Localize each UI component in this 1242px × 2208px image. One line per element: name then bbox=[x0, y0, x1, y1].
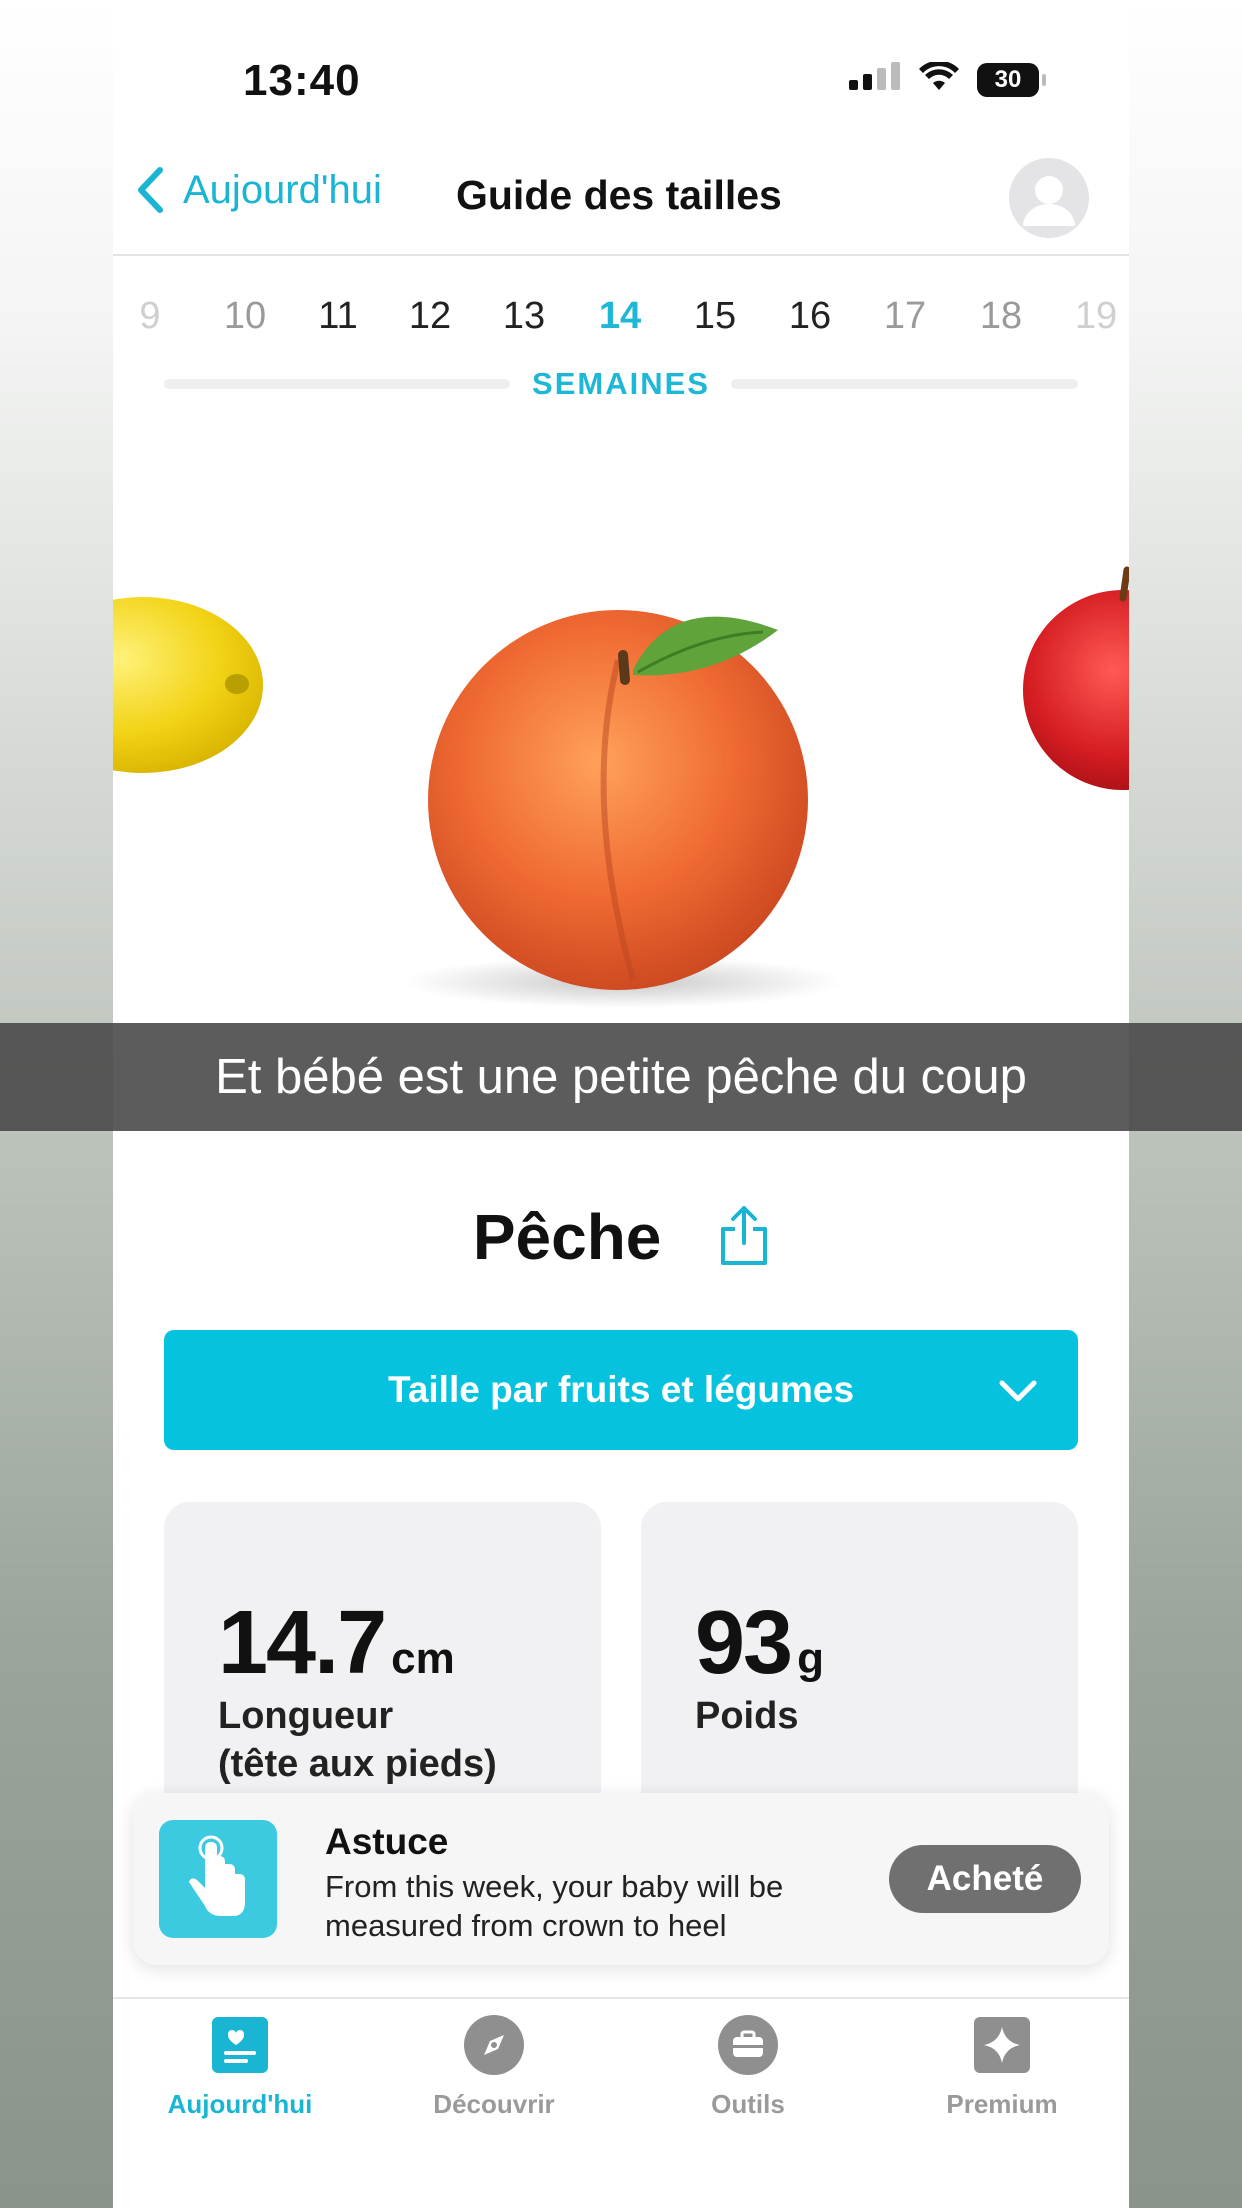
tab-today-label: Aujourd'hui bbox=[167, 2089, 313, 2119]
peach-image bbox=[403, 610, 843, 1008]
tip-action-button[interactable]: Acheté bbox=[889, 1845, 1081, 1913]
tab-today[interactable]: Aujourd'hui bbox=[113, 2013, 367, 2120]
status-icons: 30 bbox=[849, 60, 1046, 97]
hand-tap-icon bbox=[159, 1820, 277, 1938]
compass-icon bbox=[462, 2013, 526, 2077]
weeks-label: SEMAINES bbox=[532, 366, 710, 401]
signal-icon bbox=[849, 62, 901, 97]
briefcase-icon bbox=[716, 2013, 780, 2077]
week-item[interactable]: 11 bbox=[298, 295, 378, 338]
week-item[interactable]: 12 bbox=[390, 295, 470, 338]
apple-image bbox=[1023, 566, 1129, 790]
calendar-heart-icon bbox=[208, 2013, 272, 2077]
weight-label: Poids bbox=[695, 1695, 799, 1737]
weight-value: 93 bbox=[695, 1593, 793, 1693]
week-item[interactable]: 13 bbox=[484, 295, 564, 338]
length-value-row: 14.7 cm bbox=[218, 1592, 455, 1695]
weight-unit: g bbox=[797, 1634, 824, 1683]
week-item[interactable]: 17 bbox=[865, 295, 945, 338]
tip-title: Astuce bbox=[325, 1821, 449, 1862]
tab-tools-label: Outils bbox=[711, 2089, 785, 2119]
weight-card: 93 g Poids bbox=[641, 1502, 1078, 1832]
length-value: 14.7 bbox=[218, 1593, 387, 1693]
chevron-left-icon bbox=[138, 167, 163, 213]
weight-value-row: 93 g bbox=[695, 1592, 824, 1695]
story-caption: Et bébé est une petite pêche du coup bbox=[0, 1023, 1242, 1131]
page-title: Guide des tailles bbox=[456, 172, 782, 218]
fruit-name-row: Pêche bbox=[113, 1200, 1129, 1282]
tab-premium[interactable]: Premium bbox=[875, 2013, 1129, 2120]
tip-text: From this week, your baby will be measur… bbox=[325, 1869, 784, 1943]
length-label: Longueur (tête aux pieds) bbox=[218, 1692, 497, 1788]
week-item[interactable]: 9 bbox=[113, 295, 190, 338]
week-item[interactable]: 18 bbox=[961, 295, 1041, 338]
nav-bar: Aujourd'hui Guide des tailles bbox=[113, 150, 1129, 256]
length-label-line1: Longueur bbox=[218, 1695, 394, 1737]
sparkle-icon bbox=[970, 2013, 1034, 2077]
share-icon[interactable] bbox=[719, 1203, 769, 1282]
tab-discover[interactable]: Découvrir bbox=[367, 2013, 621, 2120]
tab-discover-label: Découvrir bbox=[433, 2089, 555, 2119]
tip-banner[interactable]: Astuce From this week, your baby will be… bbox=[133, 1793, 1109, 1965]
back-label: Aujourd'hui bbox=[183, 167, 382, 212]
battery-icon: 30 bbox=[977, 62, 1046, 97]
chevron-down-icon bbox=[998, 1372, 1038, 1414]
fruit-carousel[interactable] bbox=[113, 440, 1129, 1030]
tab-premium-label: Premium bbox=[946, 2089, 1058, 2119]
week-item[interactable]: 16 bbox=[770, 295, 850, 338]
week-item[interactable]: 19 bbox=[1056, 295, 1129, 338]
wifi-icon bbox=[919, 60, 959, 97]
week-selector: 9 10 11 12 13 14 15 16 17 18 19 bbox=[113, 295, 1129, 355]
user-icon bbox=[1023, 176, 1075, 226]
size-category-dropdown[interactable]: Taille par fruits et légumes bbox=[164, 1330, 1078, 1450]
length-card: 14.7 cm Longueur (tête aux pieds) bbox=[164, 1502, 601, 1832]
dropdown-label: Taille par fruits et légumes bbox=[387, 1369, 855, 1410]
back-button[interactable]: Aujourd'hui bbox=[135, 166, 382, 214]
week-item-selected[interactable]: 14 bbox=[580, 295, 660, 338]
tab-bar: Aujourd'hui Découvrir Outils Premium bbox=[113, 1997, 1129, 2208]
fruit-name: Pêche bbox=[472, 1201, 662, 1273]
length-unit: cm bbox=[391, 1634, 455, 1683]
lemon-image bbox=[113, 597, 263, 773]
length-label-line2: (tête aux pieds) bbox=[218, 1743, 497, 1785]
tab-tools[interactable]: Outils bbox=[621, 2013, 875, 2120]
week-item[interactable]: 15 bbox=[675, 295, 755, 338]
week-item[interactable]: 10 bbox=[205, 295, 285, 338]
status-time: 13:40 bbox=[243, 56, 361, 105]
avatar[interactable] bbox=[1009, 158, 1089, 238]
